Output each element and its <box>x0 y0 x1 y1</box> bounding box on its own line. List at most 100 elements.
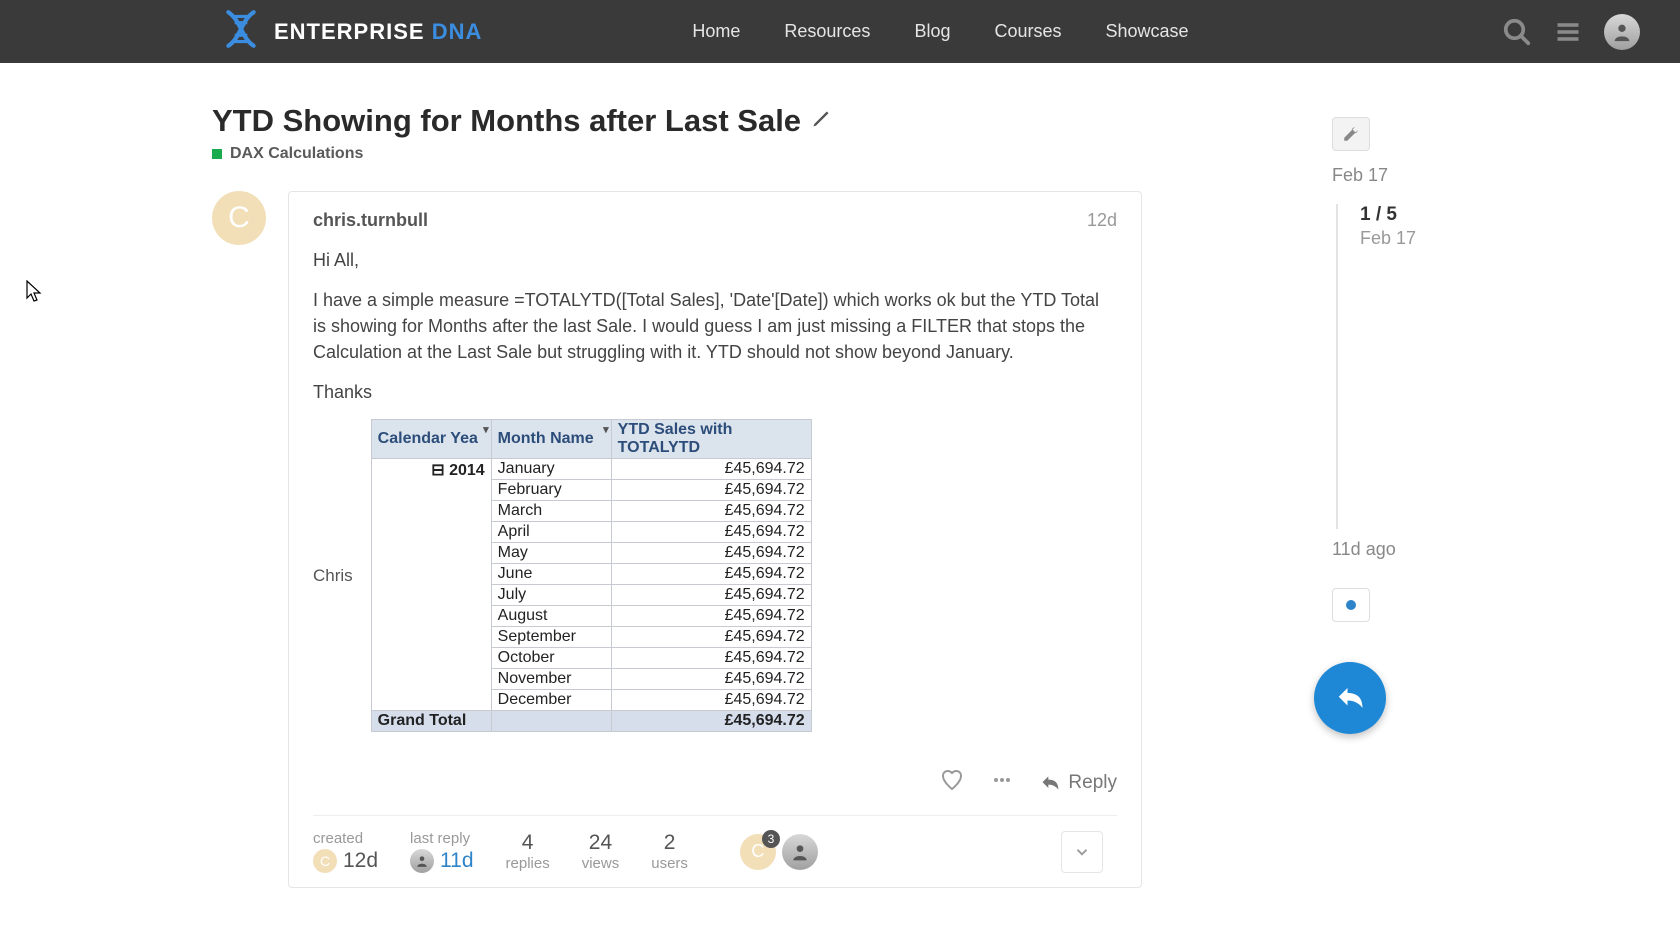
expand-summary-button[interactable] <box>1061 831 1103 873</box>
post-paragraph: Thanks <box>313 379 1117 405</box>
reply-fab[interactable] <box>1314 662 1386 734</box>
post-actions: Reply <box>313 750 1117 815</box>
embedded-data-table: Calendar Yea▾ Month Name▾ YTD Sales with… <box>371 419 812 732</box>
value-cell: £45,694.72 <box>611 669 811 690</box>
table-row: ⊟ 2014January£45,694.72 <box>371 459 811 480</box>
logo-text: ENTERPRISE DNA <box>274 19 482 45</box>
meta-created-value: 12d <box>343 849 378 873</box>
reply-button[interactable]: Reply <box>1040 772 1117 794</box>
table-header-ytd[interactable]: YTD Sales with TOTALYTD <box>611 420 811 459</box>
meta-created: created C 12d <box>313 830 378 873</box>
month-cell: October <box>491 648 611 669</box>
post-username[interactable]: chris.turnbull <box>313 210 428 231</box>
search-icon <box>1502 17 1532 47</box>
more-button[interactable] <box>990 768 1014 797</box>
month-cell: February <box>491 480 611 501</box>
like-button[interactable] <box>940 768 964 797</box>
user-avatar[interactable] <box>1604 14 1640 50</box>
table-header-month[interactable]: Month Name▾ <box>491 420 611 459</box>
heart-icon <box>940 768 964 792</box>
reply-icon <box>1040 773 1060 793</box>
header-actions <box>1502 14 1640 50</box>
ellipsis-icon <box>990 768 1014 792</box>
grand-total-row: Grand Total£45,694.72 <box>371 711 811 732</box>
value-cell: £45,694.72 <box>611 480 811 501</box>
timeline-start-date[interactable]: Feb 17 <box>1332 165 1532 186</box>
meta-views: 24 views <box>582 831 620 872</box>
timeline-track[interactable] <box>1336 249 1532 529</box>
month-cell: July <box>491 585 611 606</box>
timeline-sidebar: Feb 17 1 / 5 Feb 17 11d ago <box>1332 103 1532 888</box>
meta-replies: 4 replies <box>506 831 550 872</box>
value-cell: £45,694.72 <box>611 459 811 480</box>
month-cell: January <box>491 459 611 480</box>
month-cell: April <box>491 522 611 543</box>
category-name: DAX Calculations <box>230 145 363 163</box>
timeline-position: 1 / 5 <box>1360 204 1532 226</box>
nav-courses[interactable]: Courses <box>994 21 1061 42</box>
post-count-badge: 3 <box>762 830 780 848</box>
topic-admin-button[interactable] <box>1332 117 1370 151</box>
filter-icon[interactable]: ▾ <box>483 423 489 436</box>
category-color-badge <box>212 149 222 159</box>
year-cell: ⊟ 2014 <box>371 459 491 711</box>
meta-lastreply-value: 11d <box>440 849 473 873</box>
nav-home[interactable]: Home <box>692 21 740 42</box>
table-header-year[interactable]: Calendar Yea▾ <box>371 420 491 459</box>
post-paragraph: I have a simple measure =TOTALYTD([Total… <box>313 287 1117 365</box>
mini-avatar: C <box>313 849 337 873</box>
topic-meta-bar: created C 12d last reply 11d <box>313 815 1117 887</box>
month-cell: May <box>491 543 611 564</box>
month-cell: December <box>491 690 611 711</box>
meta-last-reply[interactable]: last reply 11d <box>410 830 473 873</box>
tracking-dot-icon <box>1346 600 1356 610</box>
notification-level-button[interactable] <box>1332 588 1370 622</box>
month-cell: March <box>491 501 611 522</box>
chevron-down-icon <box>1073 843 1091 861</box>
main-nav: Home Resources Blog Courses Showcase <box>692 21 1188 42</box>
category-breadcrumb[interactable]: DAX Calculations <box>212 145 1142 163</box>
value-cell: £45,694.72 <box>611 543 811 564</box>
timeline-scroller[interactable]: 1 / 5 Feb 17 <box>1336 204 1532 249</box>
post-signature: Chris <box>313 566 353 586</box>
value-cell: £45,694.72 <box>611 648 811 669</box>
month-cell: September <box>491 627 611 648</box>
reply-label: Reply <box>1068 772 1117 794</box>
topic-title: YTD Showing for Months after Last Sale <box>212 103 801 139</box>
pencil-icon[interactable] <box>811 109 831 134</box>
participant-avatar[interactable]: C3 <box>740 834 776 870</box>
month-cell: June <box>491 564 611 585</box>
wrench-icon <box>1342 125 1360 143</box>
site-header: ENTERPRISE DNA Home Resources Blog Cours… <box>0 0 1680 63</box>
dropdown-icon[interactable]: ▾ <box>603 423 609 436</box>
value-cell: £45,694.72 <box>611 501 811 522</box>
meta-users: 2 users <box>651 831 688 872</box>
search-button[interactable] <box>1502 17 1532 47</box>
nav-showcase[interactable]: Showcase <box>1106 21 1189 42</box>
post-paragraph: Hi All, <box>313 247 1117 273</box>
timeline-end-date[interactable]: 11d ago <box>1332 539 1532 560</box>
participant-avatar[interactable] <box>782 834 818 870</box>
menu-button[interactable] <box>1554 18 1582 46</box>
hamburger-icon <box>1554 18 1582 46</box>
month-cell: November <box>491 669 611 690</box>
nav-blog[interactable]: Blog <box>914 21 950 42</box>
mini-avatar <box>410 849 434 873</box>
participant-avatars: C3 <box>740 834 818 870</box>
post-card: chris.turnbull 12d Hi All, I have a simp… <box>288 191 1142 888</box>
post-author-avatar[interactable]: C <box>212 191 266 245</box>
value-cell: £45,694.72 <box>611 627 811 648</box>
value-cell: £45,694.72 <box>611 606 811 627</box>
value-cell: £45,694.72 <box>611 522 811 543</box>
value-cell: £45,694.72 <box>611 690 811 711</box>
value-cell: £45,694.72 <box>611 585 811 606</box>
nav-resources[interactable]: Resources <box>784 21 870 42</box>
value-cell: £45,694.72 <box>611 564 811 585</box>
dna-icon <box>220 8 262 55</box>
post-age[interactable]: 12d <box>1087 210 1117 231</box>
month-cell: August <box>491 606 611 627</box>
person-icon <box>1611 21 1633 43</box>
post-body: Hi All, I have a simple measure =TOTALYT… <box>313 247 1117 732</box>
site-logo[interactable]: ENTERPRISE DNA <box>220 8 482 55</box>
reply-icon <box>1335 683 1365 713</box>
